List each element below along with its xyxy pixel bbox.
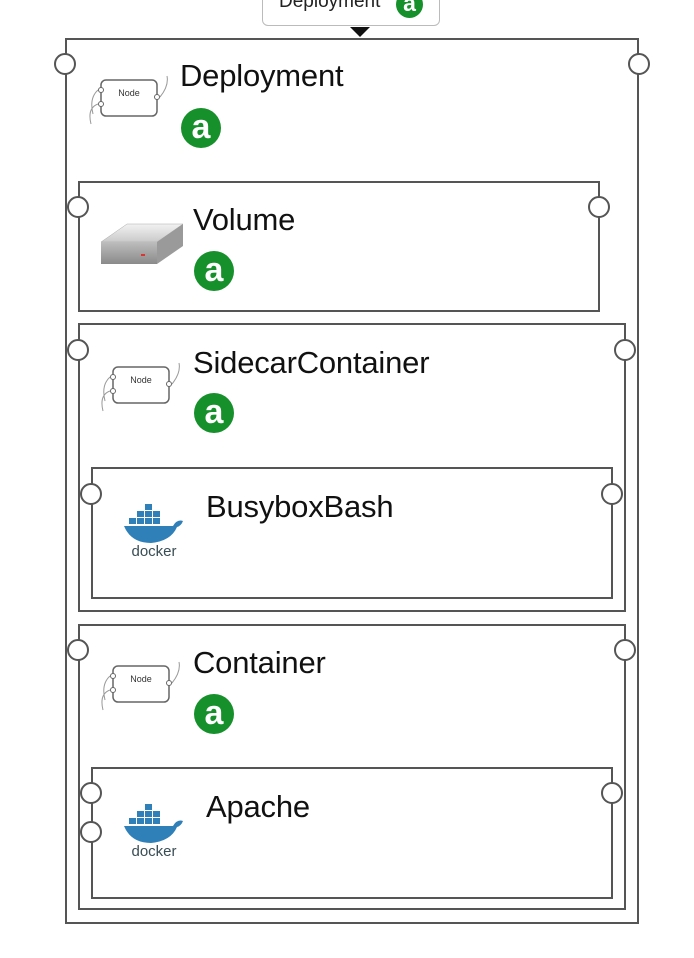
busyboxbash-connector-left[interactable] — [80, 483, 102, 505]
container-badge: a — [194, 694, 234, 734]
container-connector-left[interactable] — [67, 639, 89, 661]
volume-connector-right[interactable] — [588, 196, 610, 218]
hard-drive-icon — [100, 223, 184, 264]
sidecar-connector-right[interactable] — [614, 339, 636, 361]
svg-text:docker: docker — [131, 543, 176, 559]
sidecar-title: SidecarContainer — [193, 345, 430, 380]
deployment-connector-left[interactable] — [54, 53, 76, 75]
node-icon: Node — [101, 362, 180, 412]
docker-icon: docker — [124, 504, 183, 559]
sidecar-badge: a — [194, 393, 234, 433]
deployment-title: Deployment — [180, 58, 344, 93]
apache-title: Apache — [206, 789, 310, 824]
svg-text:docker: docker — [131, 843, 176, 859]
svg-text:Node: Node — [130, 674, 152, 684]
apache-connector-right[interactable] — [601, 782, 623, 804]
apache-connector-left-top[interactable] — [80, 782, 102, 804]
tab-badge: a — [396, 0, 423, 18]
node-icon: Node — [89, 75, 168, 125]
svg-text:Node: Node — [130, 375, 152, 385]
sidecar-connector-left[interactable] — [67, 339, 89, 361]
deployment-tab[interactable]: Deployment a — [262, 0, 440, 26]
container-connector-right[interactable] — [614, 639, 636, 661]
tab-label: Deployment — [279, 0, 381, 12]
container-title: Container — [193, 645, 326, 680]
apache-connector-left-bottom[interactable] — [80, 821, 102, 843]
volume-connector-left[interactable] — [67, 196, 89, 218]
node-icon: Node — [101, 661, 180, 711]
deployment-badge: a — [181, 108, 221, 148]
volume-badge: a — [194, 251, 234, 291]
volume-title: Volume — [193, 202, 296, 237]
busyboxbash-connector-right[interactable] — [601, 483, 623, 505]
busyboxbash-title: BusyboxBash — [206, 489, 394, 524]
deployment-connector-right[interactable] — [628, 53, 650, 75]
docker-icon: docker — [124, 804, 183, 859]
svg-text:Node: Node — [118, 88, 140, 98]
tab-arrow-icon — [350, 27, 370, 37]
